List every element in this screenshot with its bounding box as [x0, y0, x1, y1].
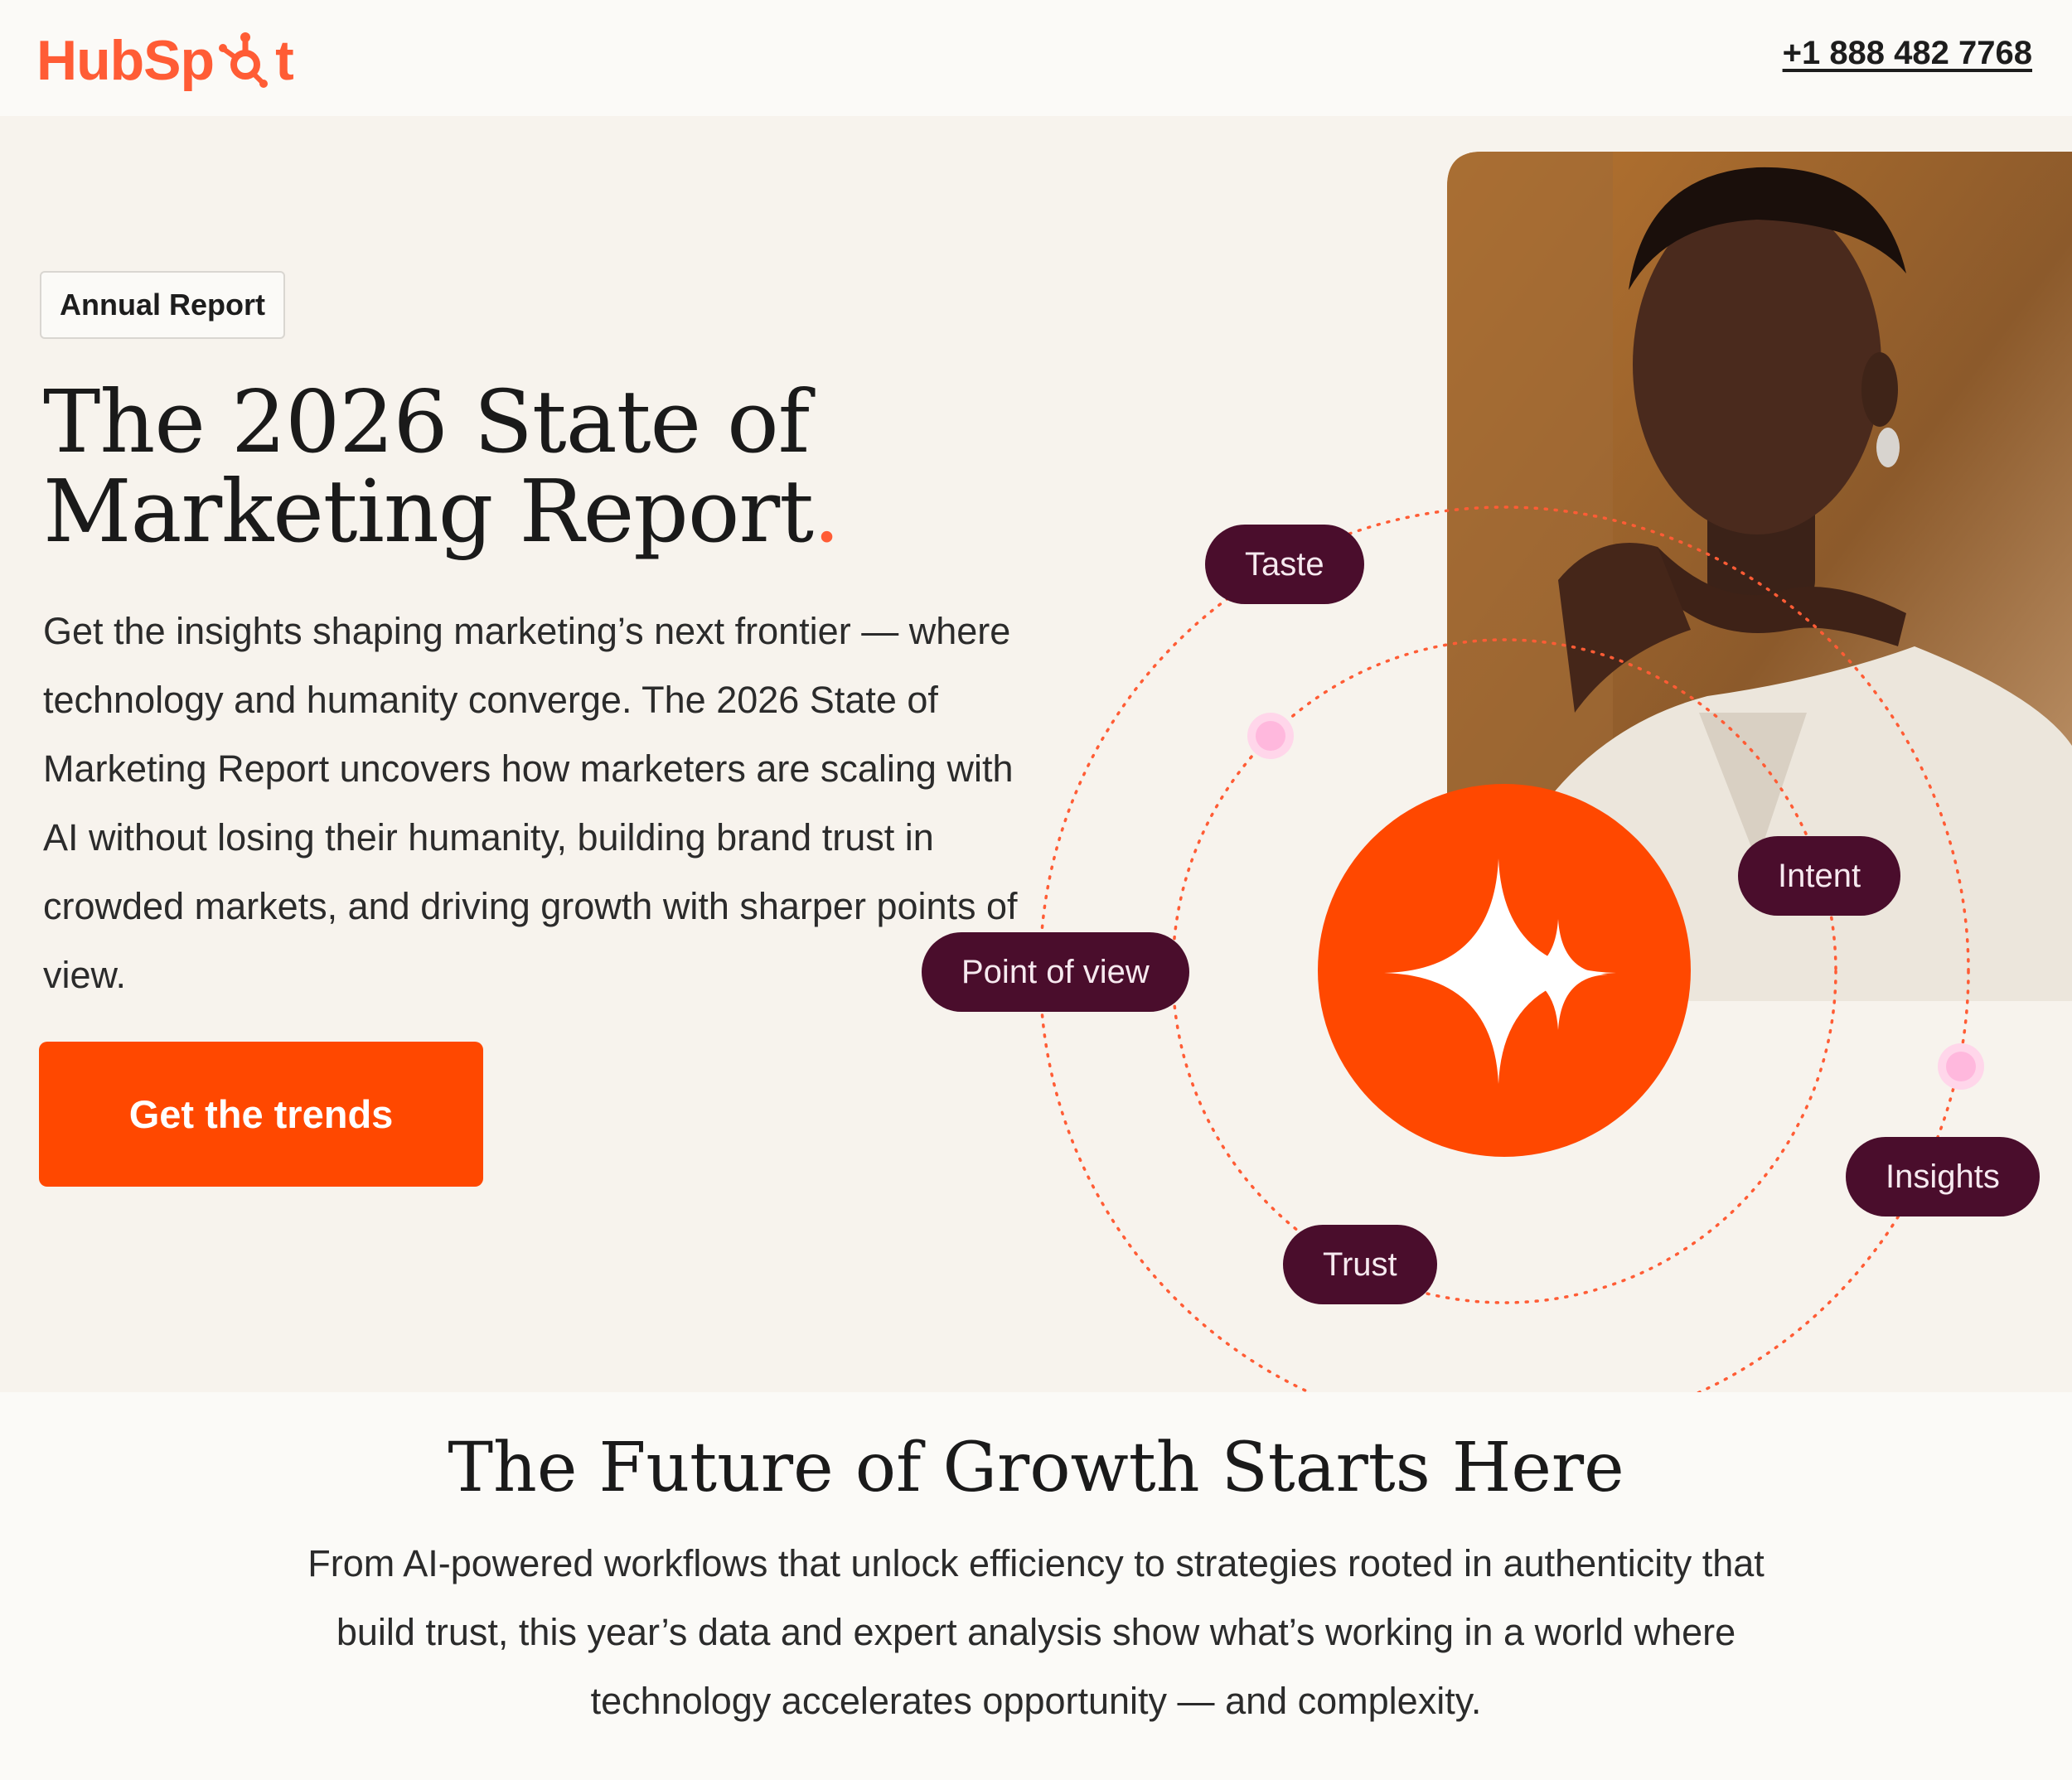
get-trends-button[interactable]: Get the trends	[39, 1042, 483, 1187]
title-accent-dot: .	[813, 461, 840, 562]
pink-dot-icon	[1247, 713, 1294, 759]
title-line-1: The 2026 State of	[43, 371, 810, 472]
sparkle-icon	[1318, 784, 1691, 1157]
sprocket-icon	[219, 32, 269, 88]
site-header: HubSp t +1 888 482 7768	[0, 0, 2072, 116]
pill-insights: Insights	[1846, 1137, 2040, 1216]
phone-link[interactable]: +1 888 482 7768	[1783, 35, 2032, 72]
pill-trust: Trust	[1283, 1225, 1437, 1304]
pill-taste: Taste	[1205, 525, 1364, 604]
logo-text-start: HubSp	[36, 29, 215, 92]
section-body: From AI-powered workflows that unlock ef…	[307, 1542, 1765, 1722]
logo-text-end: t	[275, 29, 294, 92]
hero-description: Get the insights shaping marketing’s nex…	[43, 610, 1018, 996]
pill-point-of-view: Point of view	[922, 932, 1189, 1012]
title-line-2: Marketing Report	[43, 461, 814, 562]
pink-dot-icon	[1938, 1043, 1984, 1090]
growth-section: The Future of Growth Starts Here From AI…	[0, 1392, 2072, 1780]
report-badge: Annual Report	[40, 271, 285, 339]
page-title: The 2026 State of Marketing Report.	[43, 377, 955, 556]
pill-intent: Intent	[1738, 836, 1901, 916]
section-title: The Future of Growth Starts Here	[448, 1429, 1624, 1507]
hubspot-logo[interactable]: HubSp t	[36, 23, 294, 98]
hero-section: Annual Report The 2026 State of Marketin…	[0, 116, 2072, 1392]
